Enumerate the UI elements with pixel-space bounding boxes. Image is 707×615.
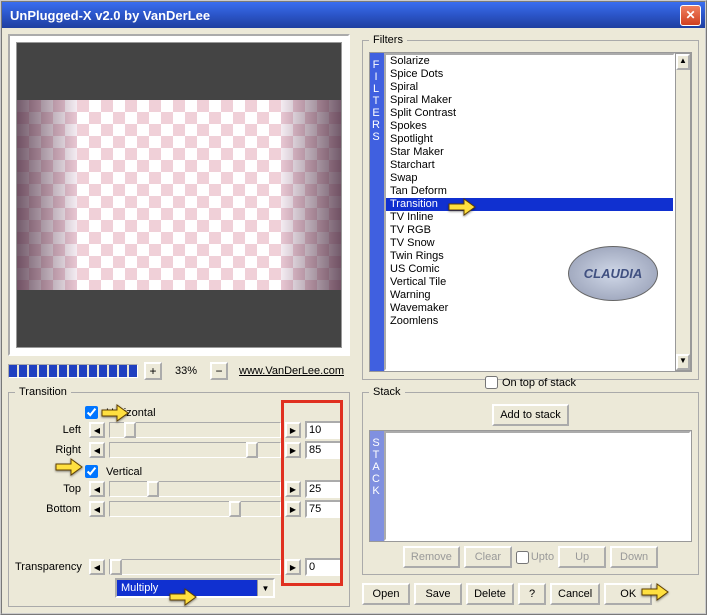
blend-mode-combo[interactable]: Multiply ▼ (115, 578, 275, 598)
top-dec-button[interactable]: ◀ (89, 481, 105, 497)
filter-item[interactable]: Twin Rings (386, 250, 673, 263)
filter-item[interactable]: Swap (386, 172, 673, 185)
right-dec-button[interactable]: ◀ (89, 442, 105, 458)
filter-item[interactable]: US Comic (386, 263, 673, 276)
right-slider[interactable] (109, 442, 281, 458)
scroll-up-button[interactable]: ▲ (676, 54, 690, 70)
filter-item[interactable]: Vertical Tile (386, 276, 673, 289)
filter-item[interactable]: Spiral (386, 81, 673, 94)
filter-item[interactable]: Star Maker (386, 146, 673, 159)
ok-button[interactable]: OK (604, 583, 652, 605)
chevron-down-icon: ▼ (257, 580, 273, 596)
clear-button[interactable]: Clear (464, 546, 512, 568)
zoom-value: 33% (168, 365, 204, 377)
down-button[interactable]: Down (610, 546, 658, 568)
filter-item[interactable]: Starchart (386, 159, 673, 172)
transition-group: Transition Horizontal Left ◀ ▶ Right ◀ ▶ (8, 386, 350, 607)
open-button[interactable]: Open (362, 583, 410, 605)
bottom-slider[interactable] (109, 501, 281, 517)
vertical-checkbox[interactable] (85, 465, 98, 478)
upto-checkbox[interactable] (516, 551, 529, 564)
filter-item[interactable]: TV Snow (386, 237, 673, 250)
right-label: Right (15, 444, 85, 456)
add-to-stack-button[interactable]: Add to stack (492, 404, 569, 426)
transition-legend: Transition (15, 386, 71, 398)
filter-item[interactable]: Split Contrast (386, 107, 673, 120)
save-button[interactable]: Save (414, 583, 462, 605)
filters-scrollbar[interactable]: ▲ ▼ (675, 53, 691, 371)
left-slider[interactable] (109, 422, 281, 438)
up-button[interactable]: Up (558, 546, 606, 568)
help-button[interactable]: ? (518, 583, 546, 605)
filter-item[interactable]: Solarize (386, 55, 673, 68)
filter-item[interactable]: Spokes (386, 120, 673, 133)
filters-list[interactable]: SolarizeSpice DotsSpiralSpiral MakerSpli… (384, 53, 675, 371)
top-inc-button[interactable]: ▶ (285, 481, 301, 497)
upto-label: Upto (531, 551, 554, 563)
filter-item[interactable]: Spotlight (386, 133, 673, 146)
transparency-inc-button[interactable]: ▶ (285, 559, 301, 575)
filters-group: Filters FILTERS SolarizeSpice DotsSpiral… (362, 34, 699, 380)
on-top-checkbox[interactable] (485, 376, 498, 389)
stack-group: Stack Add to stack STACK Remove Clear Up… (362, 386, 699, 575)
vendor-link[interactable]: www.VanDerLee.com (239, 365, 344, 377)
filter-item[interactable]: Wavemaker (386, 302, 673, 315)
cancel-button[interactable]: Cancel (550, 583, 600, 605)
top-label: Top (15, 483, 85, 495)
left-input[interactable] (305, 421, 343, 439)
titlebar: UnPlugged-X v2.0 by VanDerLee ✕ (2, 2, 705, 28)
zoom-indicator (8, 364, 138, 378)
filter-item[interactable]: TV Inline (386, 211, 673, 224)
left-inc-button[interactable]: ▶ (285, 422, 301, 438)
filter-item[interactable]: Warning (386, 289, 673, 302)
scroll-down-button[interactable]: ▼ (676, 354, 690, 370)
transparency-dec-button[interactable]: ◀ (89, 559, 105, 575)
cursor-icon (55, 456, 83, 478)
transparency-slider[interactable] (109, 559, 281, 575)
filter-item[interactable]: Spice Dots (386, 68, 673, 81)
filter-item[interactable]: Tan Deform (386, 185, 673, 198)
stack-list[interactable] (384, 431, 691, 541)
zoom-in-button[interactable]: + (144, 362, 162, 380)
zoom-out-button[interactable]: − (210, 362, 228, 380)
top-slider[interactable] (109, 481, 281, 497)
right-input[interactable] (305, 441, 343, 459)
filter-item[interactable]: Spiral Maker (386, 94, 673, 107)
preview-image (16, 42, 342, 348)
filter-item[interactable]: TV RGB (386, 224, 673, 237)
vertical-label: Vertical (106, 466, 142, 478)
filter-item[interactable]: Transition (386, 198, 673, 211)
remove-button[interactable]: Remove (403, 546, 460, 568)
bottom-inc-button[interactable]: ▶ (285, 501, 301, 517)
on-top-label: On top of stack (502, 377, 576, 389)
left-dec-button[interactable]: ◀ (89, 422, 105, 438)
transparency-label: Transparency (15, 561, 85, 573)
delete-button[interactable]: Delete (466, 583, 514, 605)
stack-tab: STACK (370, 431, 384, 541)
filters-tab: FILTERS (370, 53, 384, 371)
window-title: UnPlugged-X v2.0 by VanDerLee (6, 8, 680, 23)
left-label: Left (15, 424, 85, 436)
horizontal-checkbox[interactable] (85, 406, 98, 419)
filter-item[interactable]: Zoomlens (386, 315, 673, 328)
filters-legend: Filters (369, 34, 407, 46)
horizontal-label: Horizontal (106, 407, 156, 419)
bottom-label: Bottom (15, 503, 85, 515)
blend-mode-value: Multiply (121, 582, 158, 594)
preview-panel (8, 34, 350, 356)
bottom-input[interactable] (305, 500, 343, 518)
right-inc-button[interactable]: ▶ (285, 442, 301, 458)
top-input[interactable] (305, 480, 343, 498)
bottom-dec-button[interactable]: ◀ (89, 501, 105, 517)
transparency-input[interactable] (305, 558, 343, 576)
close-icon[interactable]: ✕ (680, 5, 701, 26)
